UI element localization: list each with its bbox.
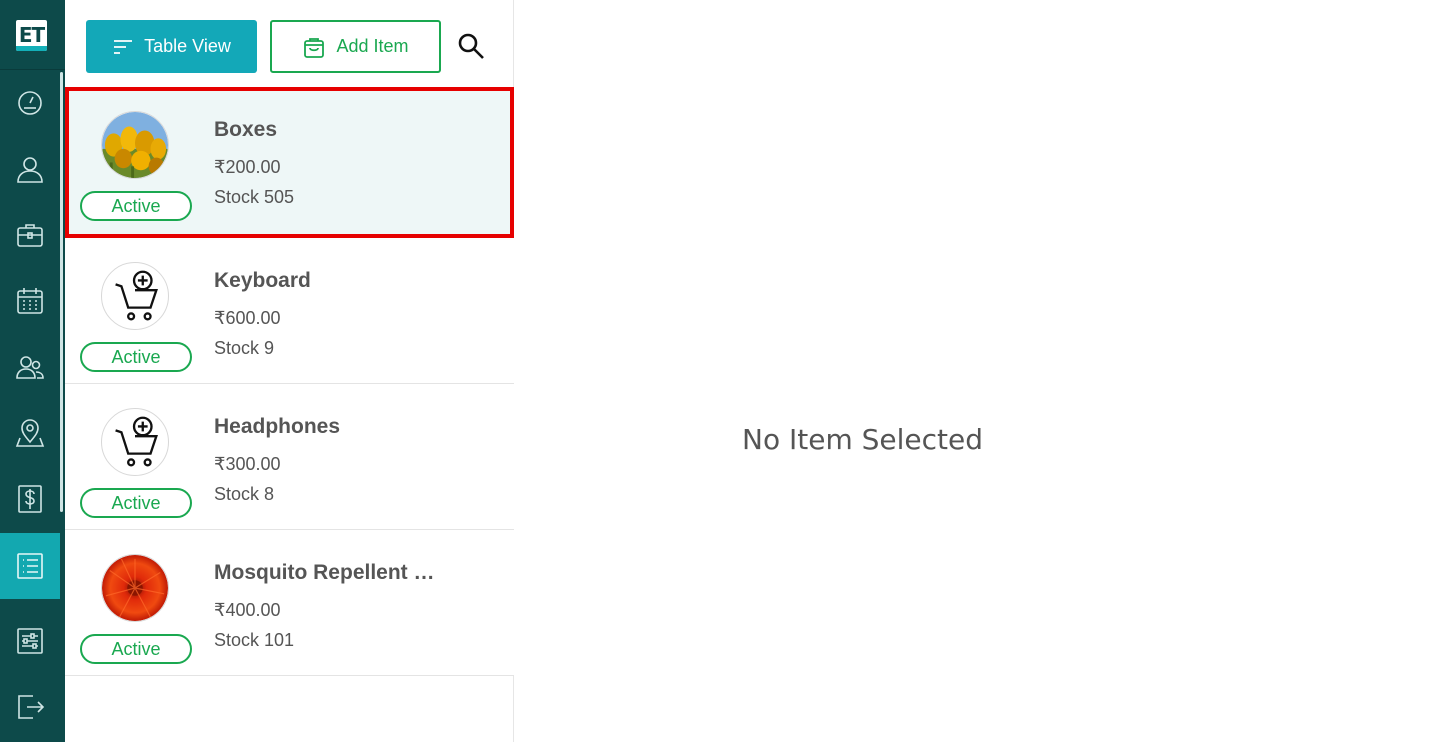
status-badge: Active xyxy=(80,191,192,221)
logo-stripe xyxy=(16,46,47,51)
status-badge: Active xyxy=(80,342,192,372)
users-icon xyxy=(16,356,44,379)
table-view-label: Table View xyxy=(144,36,231,56)
app-logo[interactable]: ET xyxy=(16,20,47,51)
item-price: ₹300.00 xyxy=(214,454,281,474)
shopping-bag-icon xyxy=(304,37,325,58)
item-price: ₹400.00 xyxy=(214,600,281,620)
cart-add-icon xyxy=(115,416,158,467)
sidebar-item-billing[interactable] xyxy=(0,466,60,532)
sidebar-item-logout[interactable] xyxy=(0,674,60,740)
add-item-label: Add Item xyxy=(336,36,409,56)
sidebar-item-items[interactable] xyxy=(0,533,60,599)
item-thumbnail xyxy=(101,554,169,622)
sidebar-item-calendar[interactable] xyxy=(0,268,60,334)
item-list: Active Boxes ₹200.00 Stock 505 Active Ke… xyxy=(65,87,514,676)
sidebar-item-locations[interactable] xyxy=(0,400,60,466)
dashboard-gauge-icon xyxy=(18,91,42,115)
list-item[interactable]: Active Headphones ₹300.00 Stock 8 xyxy=(65,384,514,530)
item-thumbnail xyxy=(101,408,169,476)
item-detail-panel: No Item Selected xyxy=(514,0,1439,742)
red-flower-photo-icon xyxy=(102,555,168,621)
sidebar-item-profile[interactable] xyxy=(0,136,60,202)
item-stock: Stock 101 xyxy=(214,630,295,650)
yellow-tulips-photo-icon xyxy=(102,112,168,178)
map-pin-icon xyxy=(15,419,45,447)
item-price: ₹600.00 xyxy=(214,308,281,328)
sidebar-scrollbar[interactable] xyxy=(60,72,63,512)
sidebar-item-customers[interactable] xyxy=(0,334,60,400)
settings-sliders-icon xyxy=(17,628,43,654)
list-item[interactable]: Active Keyboard ₹600.00 Stock 9 xyxy=(65,238,514,384)
item-stock: Stock 9 xyxy=(214,338,275,358)
item-stock: Stock 505 xyxy=(214,187,295,207)
sort-lines-icon xyxy=(114,39,133,54)
item-thumbnail xyxy=(101,262,169,330)
status-badge: Active xyxy=(80,634,192,664)
sidebar-item-dashboard[interactable] xyxy=(0,70,60,136)
table-view-button[interactable]: Table View xyxy=(86,20,257,73)
item-name: Mosquito Repellent … xyxy=(214,561,435,584)
logout-icon xyxy=(18,695,45,719)
list-icon xyxy=(17,553,43,579)
status-badge: Active xyxy=(80,488,192,518)
list-item[interactable]: Active Mosquito Repellent … ₹400.00 Stoc… xyxy=(65,530,514,676)
sidebar-item-jobs[interactable] xyxy=(0,202,60,268)
item-price: ₹200.00 xyxy=(214,157,281,177)
item-name: Boxes xyxy=(214,118,278,141)
calendar-icon xyxy=(17,288,43,314)
item-name: Keyboard xyxy=(214,269,311,292)
empty-state-message: No Item Selected xyxy=(742,423,983,456)
briefcase-icon xyxy=(17,224,43,247)
sidebar-item-settings[interactable] xyxy=(0,608,60,674)
cart-add-icon xyxy=(115,270,158,321)
dollar-icon xyxy=(18,485,42,513)
user-icon xyxy=(17,157,43,183)
search-button[interactable] xyxy=(454,29,488,63)
add-item-button[interactable]: Add Item xyxy=(270,20,441,73)
list-item[interactable]: Active Boxes ₹200.00 Stock 505 xyxy=(65,87,514,238)
item-stock: Stock 8 xyxy=(214,484,275,504)
item-thumbnail xyxy=(101,111,169,179)
item-list-panel: Table View Add Item Active Boxes ₹200.00… xyxy=(65,0,514,742)
sidebar: ET xyxy=(0,0,65,742)
item-name: Headphones xyxy=(214,415,341,438)
search-icon xyxy=(458,33,484,59)
